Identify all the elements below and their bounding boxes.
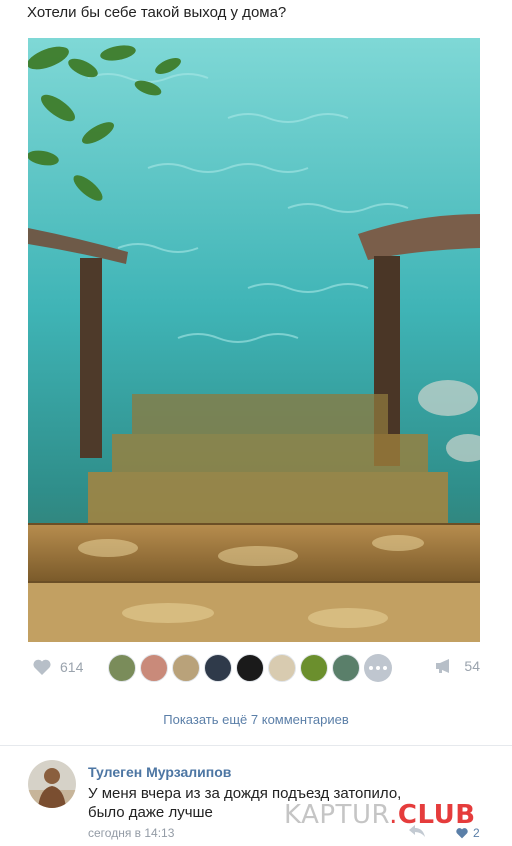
share-button[interactable]: 54 [434,658,480,674]
photo-stairs-into-water [28,38,480,642]
comment-author[interactable]: Тулеген Мурзалипов [88,764,231,780]
like-button[interactable]: 614 [32,658,83,676]
shares-count: 54 [464,658,480,674]
heart-icon [33,659,51,675]
liker-avatar[interactable] [300,654,328,682]
liker-avatar[interactable] [268,654,296,682]
show-more-comments-link[interactable]: Показать ещё 7 комментариев [0,712,512,727]
post-text: Хотели бы себе такой выход у дома? [27,4,287,21]
megaphone-icon [436,659,450,673]
comment-avatar[interactable] [28,760,76,808]
watermark-part2: CLUB [397,800,476,830]
liker-avatar[interactable] [236,654,264,682]
liker-avatars [108,654,392,682]
avatar-image [28,760,76,808]
liker-avatar[interactable] [204,654,232,682]
more-likers-button[interactable] [364,654,392,682]
post-photo[interactable] [28,38,480,642]
divider [0,745,512,746]
liker-avatar[interactable] [332,654,360,682]
watermark-dot: . [389,800,398,830]
liker-avatar[interactable] [140,654,168,682]
more-dots-icon [369,666,373,670]
watermark-part1: KAPTUR [284,800,390,830]
watermark: KAPTUR.CLUB [284,800,476,830]
liker-avatar[interactable] [172,654,200,682]
post-action-bar: 614 54 [0,650,512,686]
liker-avatar[interactable] [108,654,136,682]
likes-count: 614 [60,659,84,675]
comment-time: сегодня в 14:13 [88,826,175,840]
